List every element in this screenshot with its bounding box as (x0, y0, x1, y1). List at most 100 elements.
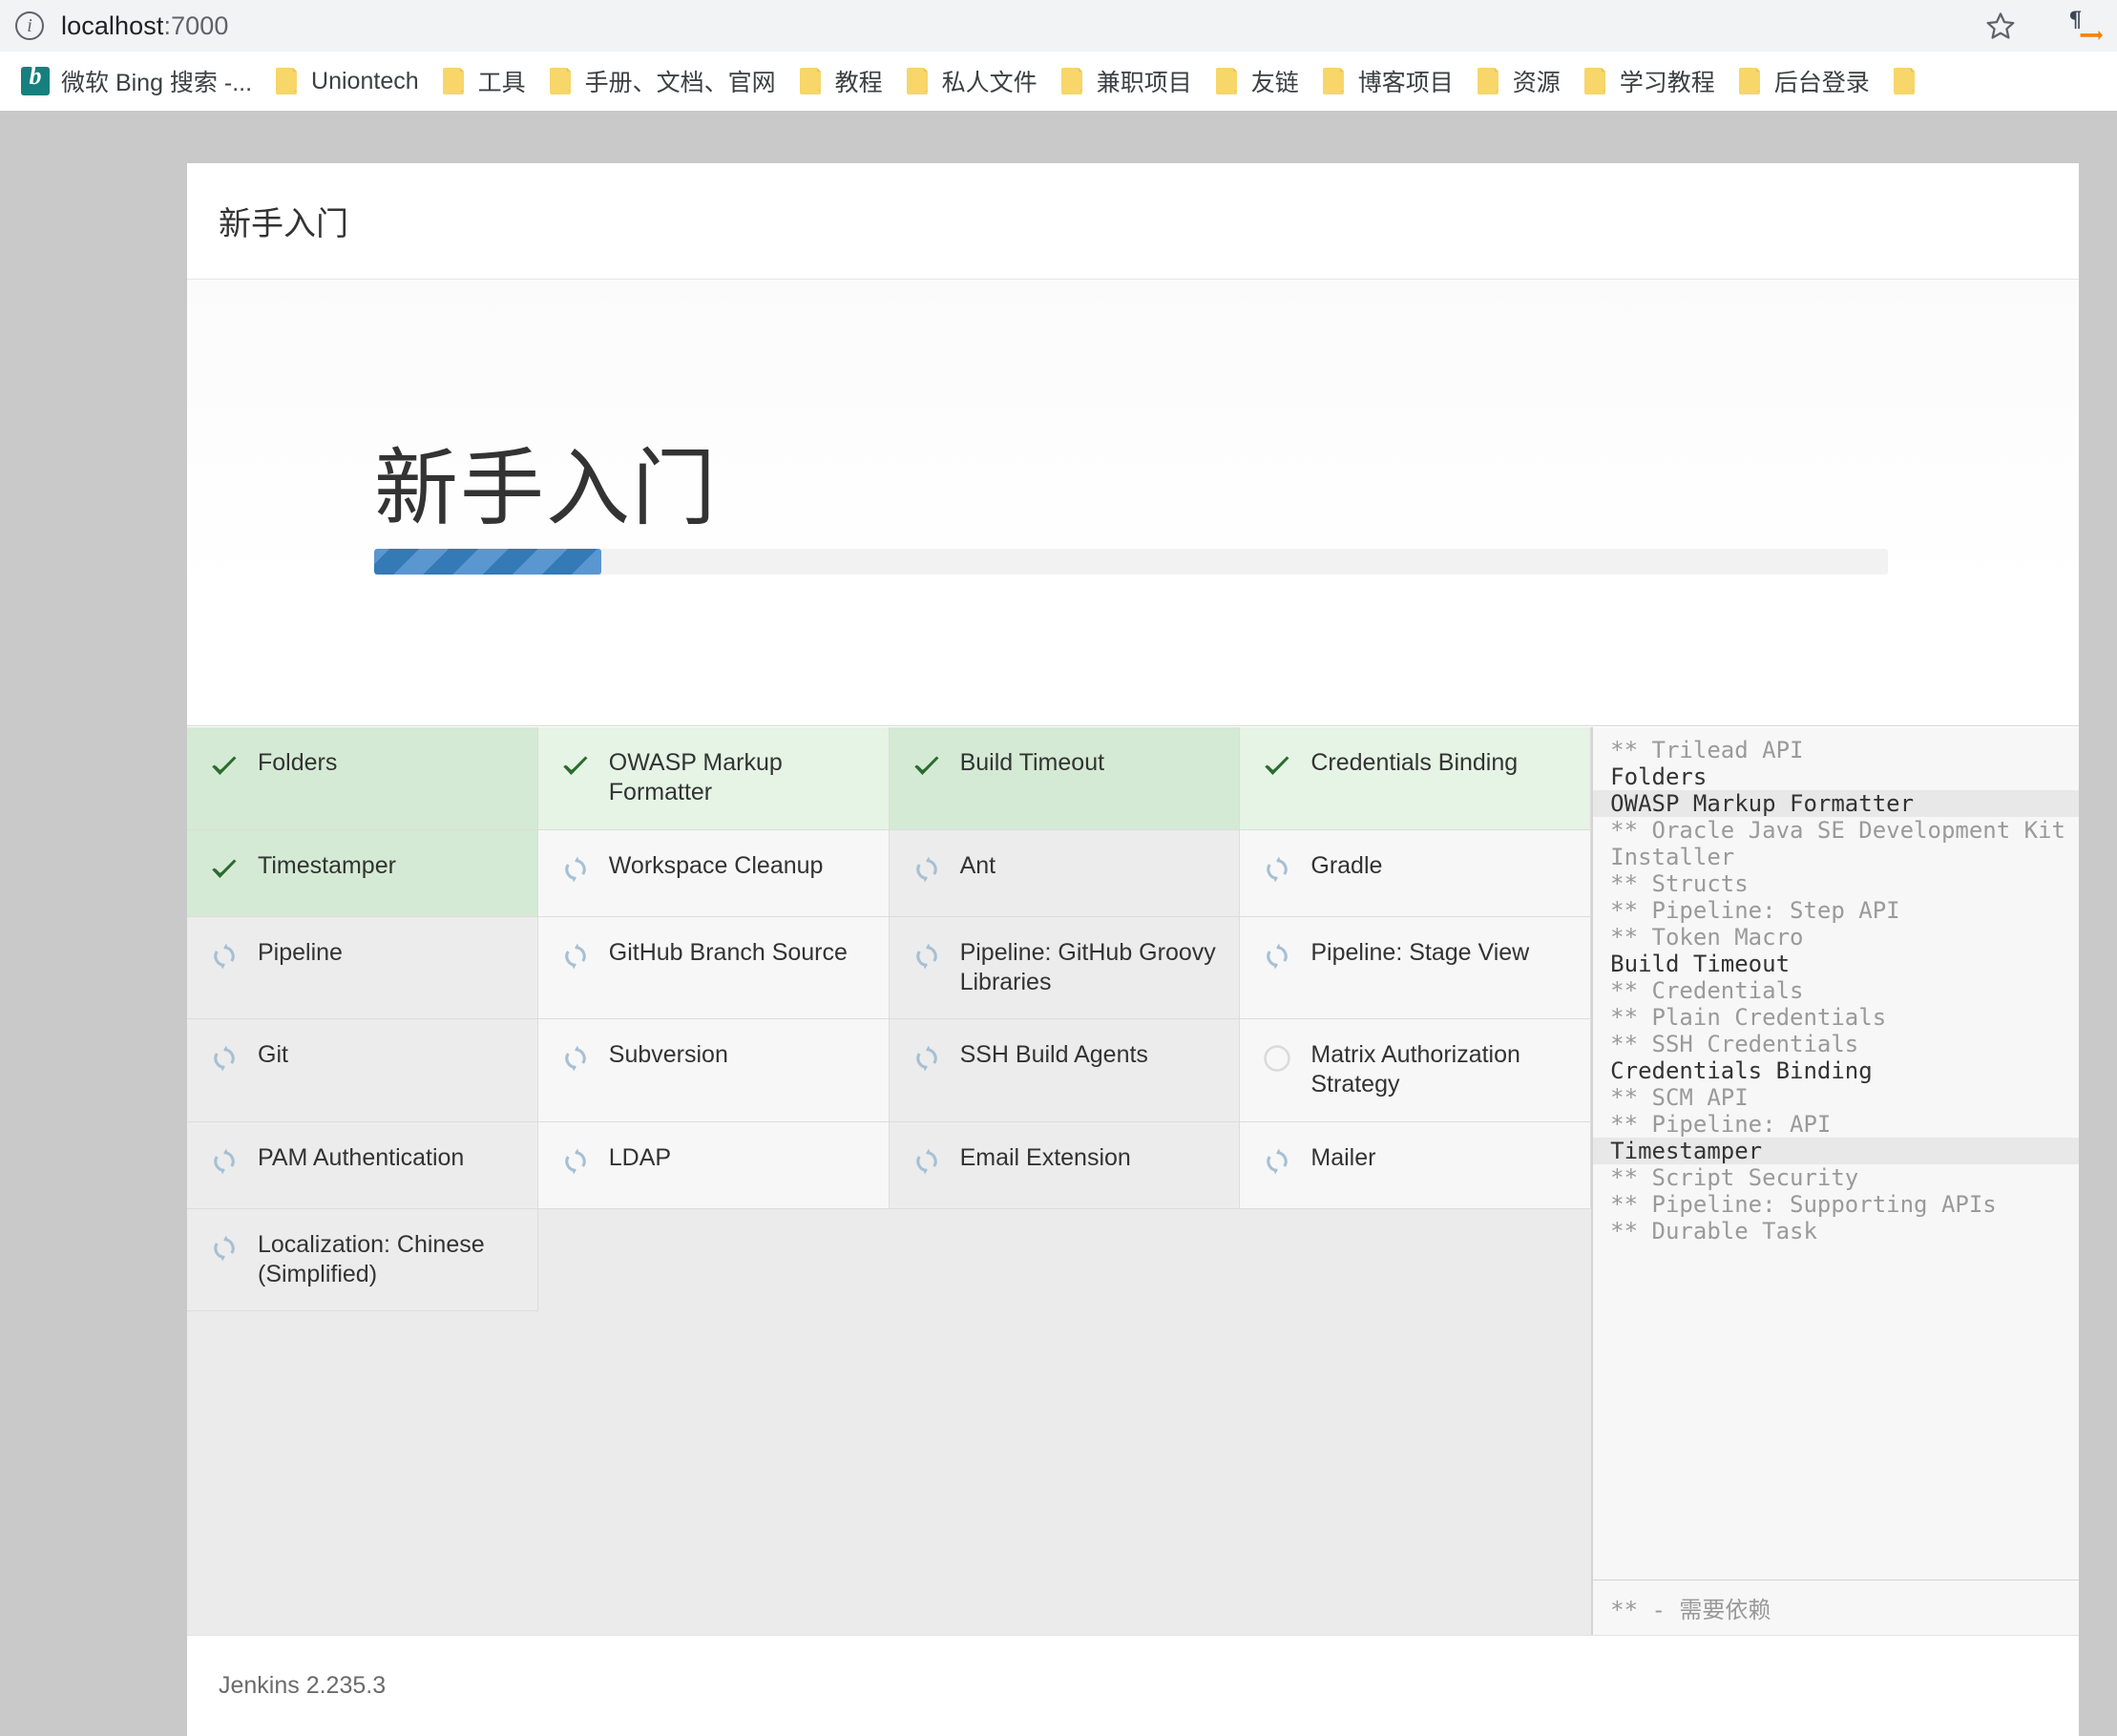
bookmark-item[interactable]: 微软 Bing 搜索 -... (10, 60, 263, 102)
spinner-icon (208, 1232, 241, 1265)
plugin-name: LDAP (609, 1143, 671, 1173)
circle-icon (1261, 1042, 1293, 1075)
site-info-icon[interactable]: i (15, 11, 44, 40)
bookmark-label: 博客项目 (1358, 64, 1454, 98)
bookmark-item[interactable]: 私人文件 (894, 60, 1049, 102)
install-log-lines: ** Trilead APIFoldersOWASP Markup Format… (1593, 727, 2079, 1579)
pilcrow-arrow-extension-icon[interactable]: ¶ (2058, 6, 2111, 48)
plugin-cell: Pipeline (187, 917, 538, 1020)
spinner-icon (1261, 940, 1293, 973)
install-log-line: ** Token Macro (1593, 924, 2079, 951)
bookmarks-bar: 微软 Bing 搜索 -... Uniontech 工具 手册、文档、官网 教程… (0, 52, 2117, 111)
plugin-name: Pipeline: Stage View (1310, 938, 1529, 968)
bookmark-label: 资源 (1513, 64, 1561, 98)
install-log-line: ** Durable Task (1593, 1218, 2079, 1244)
bookmark-item[interactable]: 兼职项目 (1049, 60, 1204, 102)
plugin-name: Gradle (1310, 851, 1382, 881)
bookmark-item[interactable]: 博客项目 (1310, 60, 1465, 102)
address-bar[interactable]: i localhost:7000 (0, 0, 1966, 52)
install-log-line: ** Oracle Java SE Development Kit (1593, 817, 2079, 844)
bookmark-item[interactable]: 工具 (430, 60, 537, 102)
folder-icon (1322, 67, 1347, 95)
spinner-icon (559, 853, 592, 886)
bookmark-label: 友链 (1251, 64, 1299, 98)
plugin-name: Workspace Cleanup (609, 851, 824, 881)
check-icon (1261, 750, 1293, 783)
plugin-name: OWASP Markup Formatter (609, 748, 873, 808)
url-host: localhost (61, 11, 163, 40)
check-icon (208, 853, 241, 886)
bookmark-item[interactable]: 友链 (1204, 60, 1310, 102)
install-log-line: ** Trilead API (1593, 737, 2079, 763)
install-log-line: ** Structs (1593, 870, 2079, 897)
folder-icon (1583, 67, 1608, 95)
plugin-cell: PAM Authentication (187, 1122, 538, 1209)
install-log-line: Folders (1593, 763, 2079, 790)
install-log-line: ** Pipeline: Step API (1593, 897, 2079, 924)
bookmark-item[interactable]: 教程 (787, 60, 894, 102)
plugin-name: Credentials Binding (1310, 748, 1518, 778)
wizard-header: 新手入门 (187, 163, 2079, 280)
hero-title: 新手入门 (374, 421, 718, 542)
bing-icon (21, 67, 50, 95)
url-port: :7000 (163, 11, 228, 40)
folder-icon (1215, 67, 1240, 95)
folder-icon (1060, 67, 1085, 95)
spinner-icon (559, 1145, 592, 1178)
plugin-name: GitHub Branch Source (609, 938, 848, 968)
bookmark-label: Uniontech (311, 68, 419, 95)
bookmark-label: 学习教程 (1620, 64, 1715, 98)
svg-text:¶: ¶ (2068, 9, 2082, 32)
spinner-icon (911, 940, 943, 973)
bookmark-label: 私人文件 (942, 64, 1038, 98)
plugin-cell-empty (890, 1209, 1241, 1312)
spinner-icon (559, 940, 592, 973)
plugin-cell: Build Timeout (890, 727, 1241, 830)
install-log-line: ** Pipeline: API (1593, 1111, 2079, 1138)
spinner-icon (208, 1145, 241, 1178)
bookmark-label: 工具 (478, 64, 526, 98)
bookmark-item[interactable]: 资源 (1465, 60, 1572, 102)
bookmark-item[interactable]: Uniontech (263, 63, 430, 99)
install-log-line: ** Plain Credentials (1593, 1004, 2079, 1031)
spinner-icon (1261, 853, 1293, 886)
bookmark-label: 微软 Bing 搜索 -... (61, 64, 252, 98)
folder-icon (1477, 67, 1501, 95)
bookmark-label: 手册、文档、官网 (585, 64, 776, 98)
plugin-cell-empty (538, 1209, 890, 1312)
plugin-name: Email Extension (960, 1143, 1131, 1173)
plugin-cell-empty (1240, 1209, 1591, 1312)
folder-icon (1893, 67, 1918, 95)
plugin-cell: Timestamper (187, 830, 538, 917)
bookmark-label: 教程 (835, 64, 883, 98)
install-log-line: ** Script Security (1593, 1164, 2079, 1191)
plugin-name: Build Timeout (960, 748, 1104, 778)
plugin-cell: Localization: Chinese (Simplified) (187, 1209, 538, 1312)
spinner-icon (208, 940, 241, 973)
install-log-line: Build Timeout (1593, 951, 2079, 977)
install-log-line: Timestamper (1593, 1138, 2079, 1164)
plugin-cell: Mailer (1240, 1122, 1591, 1209)
star-icon[interactable] (1972, 4, 2029, 48)
wizard-footer: Jenkins 2.235.3 (187, 1635, 2079, 1736)
check-icon (559, 750, 592, 783)
bookmark-item[interactable]: 学习教程 (1572, 60, 1727, 102)
plugin-cell: Subversion (538, 1019, 890, 1122)
bookmark-label: 兼职项目 (1097, 64, 1192, 98)
plugin-cell: Pipeline: GitHub Groovy Libraries (890, 917, 1241, 1020)
plugin-name: Folders (258, 748, 337, 778)
install-log-line: ** Credentials (1593, 977, 2079, 1004)
bookmark-item[interactable]: 手册、文档、官网 (537, 60, 787, 102)
folder-icon (442, 67, 467, 95)
plugin-name: Pipeline (258, 938, 343, 968)
bookmark-label: 后台登录 (1774, 64, 1870, 98)
page-background: 新手入门 新手入门 Folders OWASP Markup Formatter B… (0, 111, 2117, 1736)
bookmark-item-overflow[interactable] (1881, 63, 1929, 99)
folder-icon (906, 67, 931, 95)
folder-icon (1738, 67, 1763, 95)
plugin-name: SSH Build Agents (960, 1040, 1148, 1070)
spinner-icon (911, 1145, 943, 1178)
plugin-cell: Pipeline: Stage View (1240, 917, 1591, 1020)
bookmark-item[interactable]: 后台登录 (1727, 60, 1881, 102)
spinner-icon (911, 1042, 943, 1075)
